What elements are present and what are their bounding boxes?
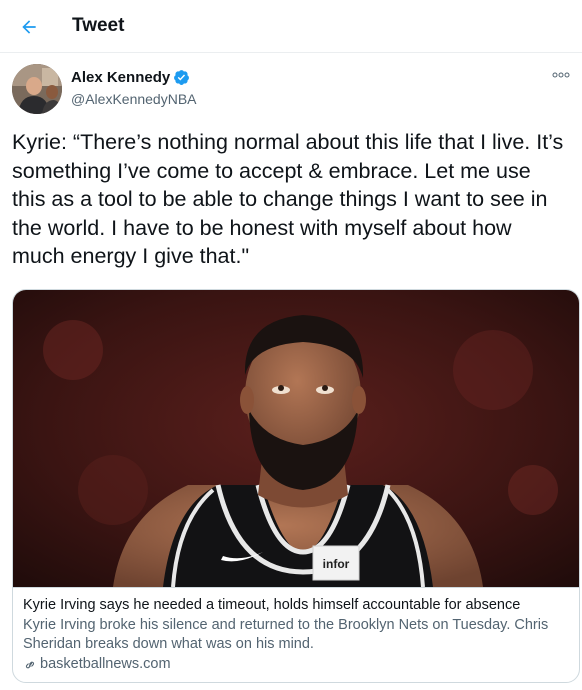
- player-photo: infor: [13, 290, 579, 587]
- jersey-patch-text: infor: [323, 557, 350, 571]
- author-name[interactable]: Alex Kennedy: [71, 69, 170, 86]
- author-handle[interactable]: @AlexKennedyNBA: [71, 91, 197, 107]
- tweet-author: Alex Kennedy @AlexKennedyNBA: [12, 64, 572, 116]
- tweet-text: Kyrie: “There’s nothing normal about thi…: [12, 130, 564, 268]
- page-title: Tweet: [72, 15, 125, 36]
- card-text: Kyrie Irving says he needed a timeout, h…: [13, 587, 579, 682]
- back-button[interactable]: [14, 12, 44, 42]
- more-dots-icon: [552, 72, 570, 78]
- card-domain: basketballnews.com: [23, 655, 571, 674]
- card-title: Kyrie Irving says he needed a timeout, h…: [23, 597, 521, 613]
- link-icon: [23, 658, 37, 672]
- verified-badge-icon: [173, 69, 190, 86]
- avatar-photo: [12, 64, 62, 114]
- more-options-button[interactable]: [550, 68, 572, 82]
- link-preview-card[interactable]: infor Kyrie Irving says he needed a time…: [12, 289, 580, 683]
- avatar[interactable]: [12, 64, 62, 114]
- card-domain-text: basketballnews.com: [40, 656, 171, 672]
- card-description: Kyrie Irving broke his silence and retur…: [23, 617, 549, 652]
- card-image: infor: [13, 290, 579, 587]
- top-bar: Tweet: [0, 0, 582, 53]
- arrow-left-icon: [22, 20, 36, 34]
